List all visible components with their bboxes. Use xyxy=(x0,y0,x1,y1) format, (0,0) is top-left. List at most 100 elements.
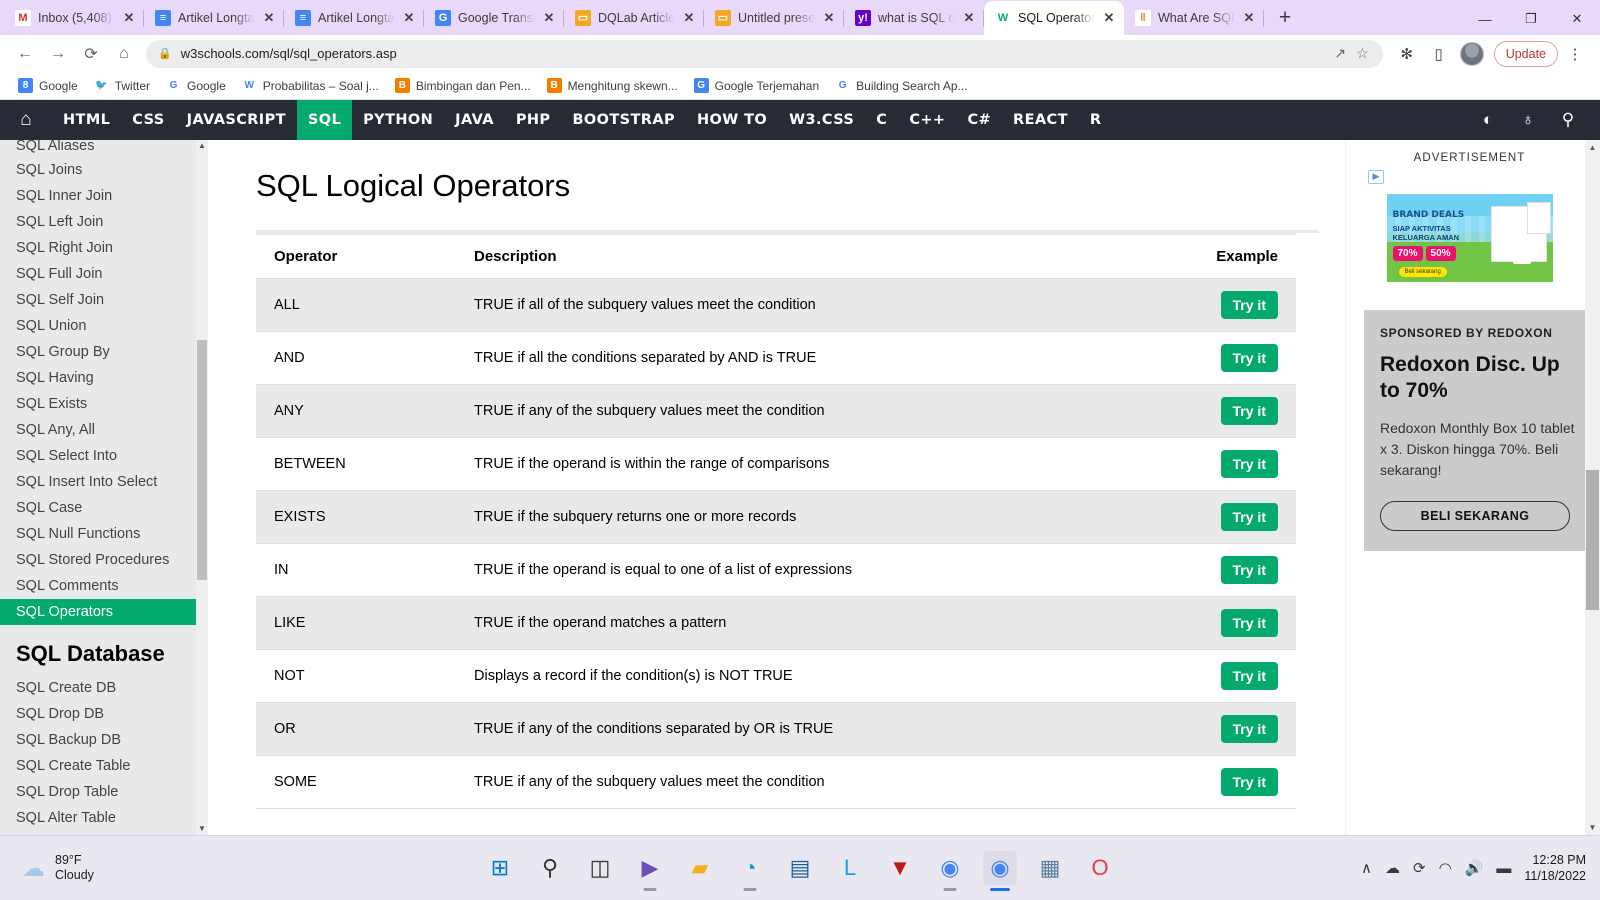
sidebar-scroll-up-icon[interactable]: ▲ xyxy=(197,141,207,150)
battery-icon[interactable]: ▬ xyxy=(1496,860,1511,877)
adchoices-icon[interactable]: ▶ xyxy=(1368,169,1384,184)
taskbar-clock[interactable]: 12:28 PM 11/18/2022 xyxy=(1524,852,1586,884)
file-explorer-icon[interactable]: ▰ xyxy=(683,851,717,885)
try-it-button[interactable]: Try it xyxy=(1220,290,1278,319)
sidebar-item-sql-having[interactable]: SQL Having xyxy=(0,365,208,391)
forward-button[interactable]: → xyxy=(43,39,73,69)
bookmark-item[interactable]: 8 Google xyxy=(12,76,84,95)
sidebar-item-sql-operators[interactable]: SQL Operators xyxy=(0,598,208,625)
chrome-icon[interactable]: ◉ xyxy=(933,851,967,885)
sidebar-scrollbar[interactable]: ▲ ▼ xyxy=(196,139,208,835)
sidebar-item-sql-comments[interactable]: SQL Comments xyxy=(0,573,208,599)
sidebar-item-sql-exists[interactable]: SQL Exists xyxy=(0,391,208,417)
update-button[interactable]: Update xyxy=(1493,40,1558,67)
kebab-menu-icon[interactable]: ⋮ xyxy=(1560,39,1590,69)
close-icon[interactable]: ✕ xyxy=(122,11,136,25)
sidebar-item-sql-backup-db[interactable]: SQL Backup DB xyxy=(0,727,208,753)
sidebar-item-sql-self-join[interactable]: SQL Self Join xyxy=(0,287,208,313)
topnav-item-react[interactable]: REACT xyxy=(1002,100,1079,140)
update-pending-icon[interactable]: ⟳ xyxy=(1413,859,1426,877)
sponsored-cta-button[interactable]: BELI SEKARANG xyxy=(1380,500,1570,531)
show-hidden-icons-icon[interactable]: ∧ xyxy=(1361,859,1372,877)
start-button[interactable]: ⊞ xyxy=(483,851,517,885)
sidebar-item-sql-any-all[interactable]: SQL Any, All xyxy=(0,417,208,443)
search-icon[interactable]: ⚲ xyxy=(1548,100,1588,140)
dark-mode-icon[interactable]: ◐ xyxy=(1468,100,1508,140)
topnav-item-r[interactable]: R xyxy=(1079,100,1113,140)
sidebar-item-sql-null-functions[interactable]: SQL Null Functions xyxy=(0,521,208,547)
opera-icon[interactable]: O xyxy=(1083,851,1117,885)
wifi-icon[interactable]: ◠ xyxy=(1439,859,1452,877)
share-icon[interactable]: ↗ xyxy=(1334,45,1346,62)
bookmark-item[interactable]: G Building Search Ap... xyxy=(829,76,973,95)
sidebar-item-sql-joins[interactable]: SQL Joins xyxy=(0,157,208,183)
reload-button[interactable]: ⟳ xyxy=(76,39,106,69)
browser-tab[interactable]: y! what is SQL ope ✕ xyxy=(844,1,984,35)
page-scroll-thumb[interactable] xyxy=(1586,469,1599,610)
sidebar-scroll-down-icon[interactable]: ▼ xyxy=(197,825,207,833)
avatar[interactable] xyxy=(1459,41,1484,66)
topnav-item-sql[interactable]: SQL xyxy=(296,99,353,140)
star-icon[interactable]: ☆ xyxy=(1356,45,1369,62)
browser-tab[interactable]: W SQL Operators ✕ xyxy=(984,1,1124,36)
home-button[interactable]: ⌂ xyxy=(109,39,139,69)
close-icon[interactable]: ✕ xyxy=(1242,11,1256,25)
calculator-icon[interactable]: ▦ xyxy=(1033,851,1067,885)
close-window-button[interactable]: ✕ xyxy=(1554,0,1600,38)
lenovo-icon[interactable]: L xyxy=(833,851,867,885)
volume-icon[interactable]: 🔊 xyxy=(1465,859,1484,877)
try-it-button[interactable]: Try it xyxy=(1220,608,1278,637)
address-bar[interactable]: 🔒 w3schools.com/sql/sql_operators.asp ↗ … xyxy=(146,39,1383,68)
new-tab-button[interactable]: + xyxy=(1270,3,1300,33)
bookmark-item[interactable]: G Google Terjemahan xyxy=(688,76,826,95)
task-view-icon[interactable]: ◫ xyxy=(583,851,617,885)
sidebar-item-sql-aliases[interactable]: SQL Aliases xyxy=(0,140,208,157)
sidebar-item-sql-full-join[interactable]: SQL Full Join xyxy=(0,261,208,287)
weather-widget[interactable]: ☁ 89°F Cloudy xyxy=(0,853,94,883)
sidebar-item-sql-left-join[interactable]: SQL Left Join xyxy=(0,209,208,235)
browser-tab[interactable]: G Google Translate ✕ xyxy=(424,1,564,35)
microsoft-store-icon[interactable]: ▤ xyxy=(783,851,817,885)
browser-tab[interactable]: ▭ Untitled presen ✕ xyxy=(704,1,844,35)
topnav-item-c-[interactable]: C++ xyxy=(898,100,956,140)
bookmark-item[interactable]: 🐦 Twitter xyxy=(88,76,156,95)
sponsored-card[interactable]: SPONSORED BY REDOXON Redoxon Disc. Up to… xyxy=(1364,309,1585,551)
sidebar-item-sql-create-table[interactable]: SQL Create Table xyxy=(0,753,208,779)
try-it-button[interactable]: Try it xyxy=(1220,767,1278,796)
try-it-button[interactable]: Try it xyxy=(1220,343,1278,372)
topnav-item-javascript[interactable]: JAVASCRIPT xyxy=(176,100,297,140)
close-icon[interactable]: ✕ xyxy=(962,11,976,25)
topnav-item-php[interactable]: PHP xyxy=(505,100,562,140)
topnav-item-c[interactable]: C xyxy=(865,100,898,140)
page-scroll-down-icon[interactable]: ▼ xyxy=(1585,820,1600,835)
sidebar-item-sql-inner-join[interactable]: SQL Inner Join xyxy=(0,183,208,209)
sidebar-item-sql-group-by[interactable]: SQL Group By xyxy=(0,339,208,365)
onedrive-cloud-icon[interactable]: ☁ xyxy=(1385,859,1400,877)
browser-tab[interactable]: ≡ Artikel Longtail ✕ xyxy=(284,1,424,35)
bookmark-item[interactable]: B Menghitung skewn... xyxy=(541,76,684,95)
sidebar-item-sql-stored-procedures[interactable]: SQL Stored Procedures xyxy=(0,547,208,573)
close-icon[interactable]: ✕ xyxy=(822,11,836,25)
back-button[interactable]: ← xyxy=(10,39,40,69)
sidebar-scroll-thumb[interactable] xyxy=(197,339,207,580)
try-it-button[interactable]: Try it xyxy=(1220,555,1278,584)
sidebar-item-sql-create-db[interactable]: SQL Create DB xyxy=(0,675,208,701)
try-it-button[interactable]: Try it xyxy=(1220,449,1278,478)
topnav-item-python[interactable]: PYTHON xyxy=(352,100,444,140)
sidebar-item-sql-insert-into-select[interactable]: SQL Insert Into Select xyxy=(0,469,208,495)
bookmark-item[interactable]: W Probabilitas – Soal j... xyxy=(236,76,385,95)
sidebar-item-sql-drop-table[interactable]: SQL Drop Table xyxy=(0,779,208,805)
translate-globe-icon[interactable]: ♁ xyxy=(1508,100,1548,140)
side-panel-icon[interactable]: ▯ xyxy=(1424,39,1454,69)
sidebar-item-sql-union[interactable]: SQL Union xyxy=(0,313,208,339)
ad-banner-cta[interactable]: Beli sekarang xyxy=(1398,266,1447,277)
topnav-item-html[interactable]: HTML xyxy=(52,100,121,140)
close-icon[interactable]: ✕ xyxy=(402,11,416,25)
chrome-active-icon[interactable]: ◉ xyxy=(983,851,1017,885)
close-icon[interactable]: ✕ xyxy=(682,11,696,25)
topnav-item-java[interactable]: JAVA xyxy=(444,100,505,140)
try-it-button[interactable]: Try it xyxy=(1220,714,1278,743)
browser-tab[interactable]: ‖ What Are SQL O ✕ xyxy=(1124,1,1264,35)
topnav-item-c-[interactable]: C# xyxy=(956,100,1002,140)
try-it-button[interactable]: Try it xyxy=(1220,661,1278,690)
